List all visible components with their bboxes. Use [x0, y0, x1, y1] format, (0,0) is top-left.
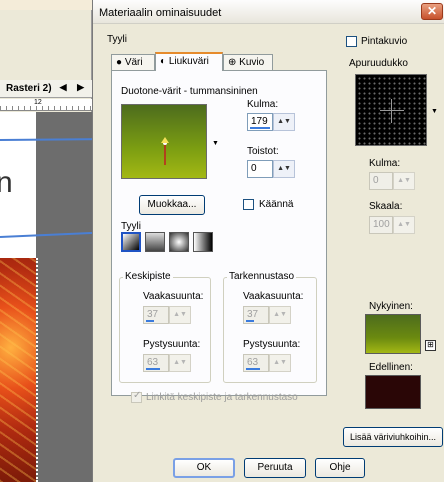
center-vertical-value: 63 — [147, 357, 159, 368]
material-properties-dialog: Materiaalin ominaisuudet ✕ Tyyli ● Väri … — [92, 0, 444, 482]
ruler-mark: 12 — [34, 99, 42, 106]
canvas-image — [0, 258, 36, 482]
scale-value: 100 — [373, 219, 390, 230]
scale-label: Skaala: — [369, 201, 403, 212]
focal-horizontal-input[interactable]: 37 — [243, 306, 269, 324]
rectangular-style-button[interactable] — [145, 232, 165, 252]
link-checkbox[interactable] — [131, 390, 142, 403]
focal-horizontal-value: 37 — [247, 309, 259, 320]
tab-scroll-arrows[interactable]: ◀ ▶ — [60, 82, 88, 93]
tab-gradient[interactable]: ◐ Liukuväri — [155, 52, 223, 71]
angle-input[interactable]: 179 — [247, 113, 273, 131]
repeats-value: 0 — [251, 163, 257, 174]
helper-grid-picker[interactable] — [355, 74, 427, 146]
center-vertical-input[interactable]: 63 — [143, 354, 169, 372]
current-color-label: Nykyinen: — [369, 301, 413, 312]
center-horizontal-label: Vaakasuunta: — [143, 291, 204, 302]
selection-marquee — [36, 258, 38, 482]
right-angle-spinner[interactable]: ▲▼ — [393, 172, 415, 190]
focal-vertical-label: Pystysuunta: — [243, 339, 301, 350]
center-horizontal-bar — [146, 320, 154, 322]
picker-label: Apuruudukko — [349, 58, 408, 69]
radial-style-button[interactable] — [169, 232, 189, 252]
focal-point-label: Tarkennustaso — [227, 271, 297, 282]
center-horizontal-spinner[interactable]: ▲▼ — [169, 306, 191, 324]
picker-dropdown-arrow-icon[interactable]: ▼ — [431, 108, 438, 115]
center-vertical-spinner[interactable]: ▲▼ — [169, 354, 191, 372]
focal-horizontal-bar — [246, 320, 254, 322]
texture-checkbox[interactable] — [346, 36, 357, 47]
center-vertical-bar — [146, 368, 160, 370]
gradient-angle-handle-icon[interactable] — [122, 105, 208, 180]
tab-gradient-label: Liukuväri — [168, 56, 209, 67]
slide-text: n — [0, 166, 13, 199]
invert-label: Käännä — [259, 199, 294, 210]
invert-checkbox[interactable] — [243, 199, 254, 210]
dialog-titlebar[interactable]: Materiaalin ominaisuudet ✕ — [93, 0, 444, 24]
sunburst-style-button[interactable] — [193, 232, 213, 252]
focal-horizontal-label: Vaakasuunta: — [243, 291, 304, 302]
center-point-label: Keskipiste — [123, 271, 173, 282]
scale-input[interactable]: 100 — [369, 216, 393, 234]
focal-vertical-bar — [246, 368, 260, 370]
scale-spinner[interactable]: ▲▼ — [393, 216, 415, 234]
gradient-name: Duotone-värit - tummansininen — [121, 86, 258, 97]
focal-vertical-value: 63 — [247, 357, 259, 368]
tab-color-label: Väri — [124, 57, 143, 68]
angle-level-bar — [250, 127, 270, 129]
repeats-spinner[interactable]: ▲▼ — [273, 160, 295, 178]
tab-color[interactable]: ● Väri — [111, 54, 155, 70]
link-label: Linkitä keskipiste ja tarkennustaso — [146, 392, 298, 403]
repeats-label: Toistot: — [247, 146, 279, 157]
right-angle-label: Kulma: — [369, 158, 401, 169]
center-horizontal-value: 37 — [147, 309, 159, 320]
right-angle-value: 0 — [373, 175, 379, 186]
angle-value: 179 — [251, 116, 268, 127]
style-heading: Tyyli — [107, 34, 127, 45]
center-vertical-label: Pystysuunta: — [143, 339, 201, 350]
gradient-preview[interactable] — [121, 104, 207, 179]
angle-spinner[interactable]: ▲▼ — [273, 113, 295, 131]
current-color-swatch[interactable] — [365, 314, 421, 354]
layer-tab-label: Rasteri 2) — [6, 83, 52, 94]
crosshair-icon — [380, 99, 404, 123]
half-circle-icon: ◐ — [160, 56, 167, 67]
focal-horizontal-spinner[interactable]: ▲▼ — [269, 306, 291, 324]
gradient-dropdown-arrow-icon[interactable]: ▼ — [212, 140, 219, 147]
help-button[interactable]: Ohje — [315, 458, 365, 478]
focal-vertical-spinner[interactable]: ▲▼ — [269, 354, 291, 372]
right-angle-input[interactable]: 0 — [369, 172, 393, 190]
color-picker-icon[interactable]: ⊞ — [425, 340, 436, 351]
edit-button[interactable]: Muokkaa... — [139, 195, 205, 215]
center-horizontal-input[interactable]: 37 — [143, 306, 169, 324]
angle-label: Kulma: — [247, 99, 279, 110]
filled-circle-icon: ● — [116, 57, 123, 68]
focal-vertical-input[interactable]: 63 — [243, 354, 269, 372]
previous-color-swatch[interactable] — [365, 375, 421, 409]
close-button[interactable]: ✕ — [421, 3, 443, 20]
pattern-icon: ⊕ — [228, 57, 237, 68]
dialog-title: Materiaalin ominaisuudet — [99, 7, 222, 19]
layer-tab[interactable]: Rasteri 2) ◀ ▶ — [0, 80, 92, 98]
texture-label: Pintakuvio — [361, 36, 408, 47]
ruler: 12 — [0, 99, 92, 111]
linear-style-button[interactable] — [121, 232, 141, 252]
add-to-swatches-button[interactable]: Lisää väriviuhkoihin... — [343, 427, 443, 447]
cancel-button[interactable]: Peruuta — [244, 458, 306, 478]
previous-color-label: Edellinen: — [369, 362, 413, 373]
tab-pattern-label: Kuvio — [239, 57, 265, 68]
tab-pattern[interactable]: ⊕ Kuvio — [223, 54, 273, 70]
repeats-input[interactable]: 0 — [247, 160, 273, 178]
ok-button[interactable]: OK — [173, 458, 235, 478]
gradient-style-label: Tyyli — [121, 221, 141, 232]
